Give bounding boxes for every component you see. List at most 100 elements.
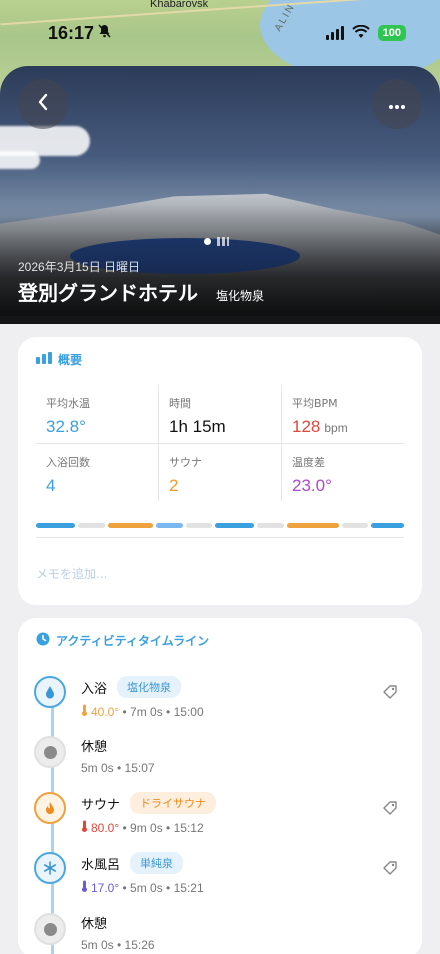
photo-count-icon xyxy=(217,237,229,246)
timeline-entry-cold-bath[interactable]: 水風呂 単純泉 17.0° • 5m 0s • 15:21 xyxy=(34,852,406,902)
entry-title-row: 入浴 塩化物泉 xyxy=(81,676,204,698)
more-options-button[interactable] xyxy=(372,79,422,129)
stat-label: 平均水温 xyxy=(46,397,90,410)
entry-meta: 80.0° • 9m 0s • 15:12 xyxy=(81,820,216,835)
pause-icon xyxy=(34,736,66,768)
activity-segment xyxy=(107,523,154,528)
stat-label: サウナ xyxy=(169,456,202,469)
chevron-left-icon xyxy=(37,90,49,118)
status-bar: 16:17 100 xyxy=(0,16,440,50)
entry-body: 入浴 塩化物泉 40.0° • 7m 0s • 15:00 xyxy=(81,676,204,719)
entry-body: 休憩 5m 0s • 15:26 xyxy=(81,913,155,952)
summary-title: 概要 xyxy=(58,353,83,367)
activity-segment xyxy=(36,523,76,528)
map-city-label: Khabarovsk xyxy=(150,0,209,10)
stat-unit: bpm xyxy=(324,421,348,435)
timeline-entry-rest[interactable]: 休憩 5m 0s • 15:26 xyxy=(34,913,406,954)
snowflake-icon xyxy=(34,852,66,884)
stat-value: 32.8° xyxy=(46,417,86,436)
timeline-entry-rest[interactable]: 休憩 5m 0s • 15:07 xyxy=(34,736,406,782)
status-indicators: 100 xyxy=(325,24,406,43)
stat-bath-count: 入浴回数 4 xyxy=(36,444,158,501)
timeline-header: アクティビティタイムライン xyxy=(18,618,422,663)
stat-value: 128 xyxy=(292,417,321,436)
thermometer-icon xyxy=(81,880,88,895)
timeline-entry-sauna[interactable]: サウナ ドライサウナ 80.0° • 9m 0s • 15:12 xyxy=(34,792,406,842)
stat-label: 平均BPM xyxy=(292,397,338,410)
entry-meta: 40.0° • 7m 0s • 15:00 xyxy=(81,704,204,719)
entry-name: 休憩 xyxy=(81,740,108,755)
wifi-icon xyxy=(351,24,370,43)
page-indicator[interactable] xyxy=(204,237,229,246)
stat-value: 2 xyxy=(169,476,179,495)
cloud-shape xyxy=(0,151,40,169)
stat-label: 時間 xyxy=(169,397,191,410)
activity-segment xyxy=(371,523,405,528)
stat-avg-water-temp: 平均水温 32.8° xyxy=(36,385,158,443)
flame-icon xyxy=(34,792,66,824)
page-dot-active xyxy=(204,238,211,245)
sauna-type-tag: ドライサウナ xyxy=(130,792,217,814)
activity-segment xyxy=(214,523,255,528)
stats-grid: 平均水温 32.8° 時間 1h 15m 平均BPM 128 bpm 入浴回数 4… xyxy=(36,385,404,501)
spring-type: 塩化物泉 xyxy=(216,289,265,303)
battery-indicator: 100 xyxy=(377,25,406,41)
entry-name: サウナ xyxy=(81,797,121,813)
thermometer-icon xyxy=(81,820,88,835)
entry-detail: 5m 0s • 15:21 xyxy=(130,881,204,895)
entry-detail: 5m 0s • 15:07 xyxy=(81,761,155,775)
entry-name: 休憩 xyxy=(81,917,108,932)
price-tag-icon[interactable] xyxy=(382,860,398,880)
status-time: 16:17 xyxy=(48,22,95,43)
entry-temp: 80.0° xyxy=(91,821,120,835)
stats-row: 平均水温 32.8° 時間 1h 15m 平均BPM 128 bpm xyxy=(36,385,404,443)
entry-body: 水風呂 単純泉 17.0° • 5m 0s • 15:21 xyxy=(81,852,204,895)
entry-body: 休憩 5m 0s • 15:07 xyxy=(81,736,155,775)
timeline-card: アクティビティタイムライン 入浴 塩化物泉 40.0° • 7m 0s • 15… xyxy=(18,618,422,954)
stat-label: 入浴回数 xyxy=(46,456,90,469)
entry-body: サウナ ドライサウナ 80.0° • 9m 0s • 15:12 xyxy=(81,792,217,835)
pause-icon xyxy=(34,913,66,945)
activity-segment xyxy=(286,523,339,528)
entry-detail: 9m 0s • 15:12 xyxy=(130,821,204,835)
hero-title-row: 登別グランドホテル 塩化物泉 xyxy=(18,277,264,306)
memo-input[interactable]: メモを追加... xyxy=(36,565,107,582)
summary-card: 概要 平均水温 32.8° 時間 1h 15m 平均BPM 128 bpm 入浴回… xyxy=(18,337,422,605)
entry-title-row: 水風呂 単純泉 xyxy=(81,852,204,874)
stat-duration: 時間 1h 15m xyxy=(158,385,281,443)
hero-photo: 2026年3月15日 日曜日 登別グランドホテル 塩化物泉 xyxy=(0,66,440,324)
activity-segment xyxy=(78,523,105,528)
facility-name: 登別グランドホテル xyxy=(18,281,198,305)
timeline-title: アクティビティタイムライン xyxy=(56,634,210,648)
entry-temp: 40.0° xyxy=(91,705,120,719)
entry-title-row: サウナ ドライサウナ xyxy=(81,792,217,814)
stat-value: 23.0° xyxy=(292,476,332,495)
stat-value-wrap: 128 bpm xyxy=(292,417,404,437)
stat-value: 1h 15m xyxy=(169,417,226,436)
clock-icon xyxy=(36,632,50,649)
entry-title-row: 休憩 xyxy=(81,913,155,932)
activity-segment xyxy=(185,523,212,528)
price-tag-icon[interactable] xyxy=(382,800,398,820)
summary-header: 概要 xyxy=(18,337,422,382)
entry-detail: 5m 0s • 15:26 xyxy=(81,938,155,952)
stat-avg-bpm: 平均BPM 128 bpm xyxy=(281,385,404,443)
timeline-entry-bath[interactable]: 入浴 塩化物泉 40.0° • 7m 0s • 15:00 xyxy=(34,676,406,726)
bar-chart-icon xyxy=(36,352,52,367)
stats-row: 入浴回数 4 サウナ 2 温度差 23.0° xyxy=(36,443,404,501)
price-tag-icon[interactable] xyxy=(382,684,398,704)
activity-segment xyxy=(156,523,183,528)
entry-name: 水風呂 xyxy=(81,857,121,873)
entry-name: 入浴 xyxy=(81,681,108,697)
stat-sauna-count: サウナ 2 xyxy=(158,444,281,501)
water-drop-icon xyxy=(34,676,66,708)
entry-title-row: 休憩 xyxy=(81,736,155,755)
divider xyxy=(36,537,404,538)
bell-slash-icon xyxy=(98,24,111,42)
stat-temp-diff: 温度差 23.0° xyxy=(281,444,404,501)
entry-temp: 17.0° xyxy=(91,881,120,895)
back-button[interactable] xyxy=(18,79,68,129)
stat-value: 4 xyxy=(46,476,56,495)
spring-tag: 塩化物泉 xyxy=(117,676,182,698)
entry-meta: 17.0° • 5m 0s • 15:21 xyxy=(81,880,204,895)
